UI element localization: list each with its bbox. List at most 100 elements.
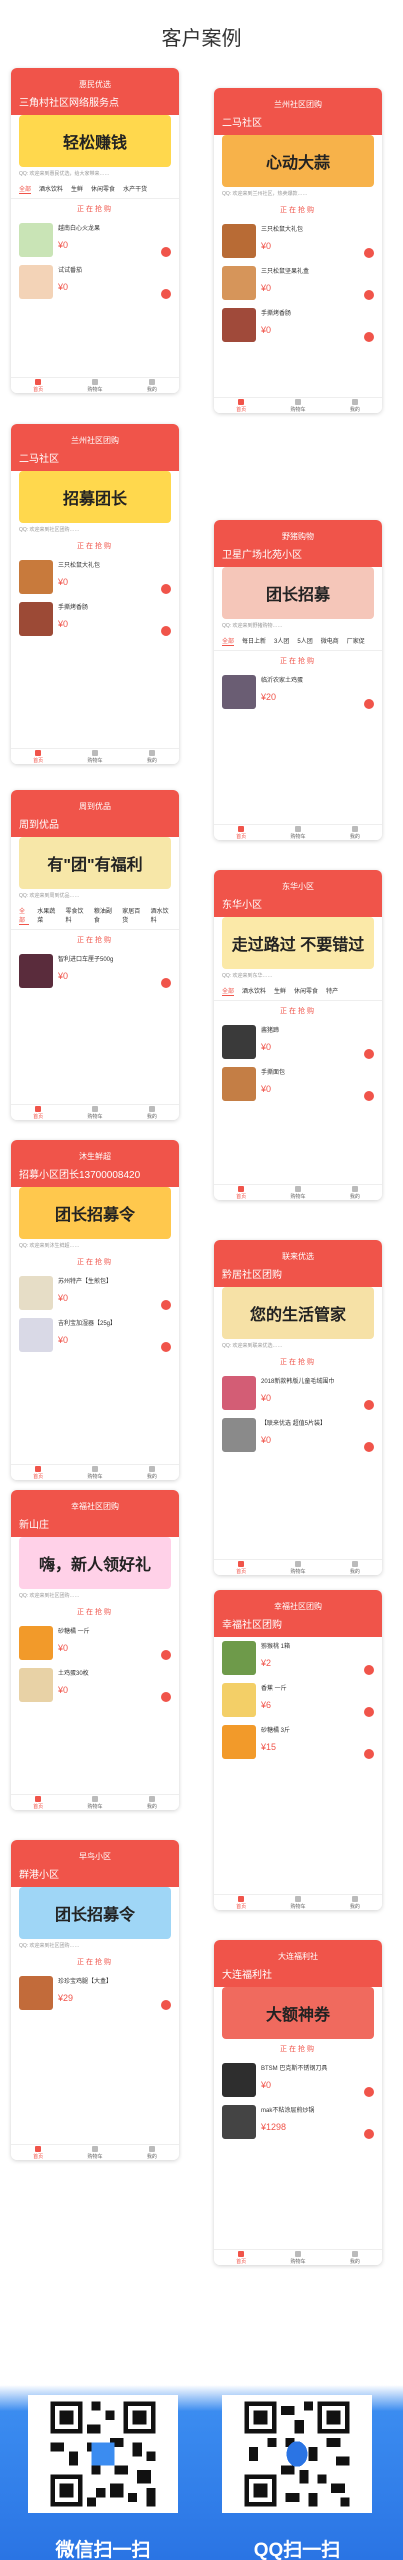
location-label[interactable]: 大连福利社 [214,1964,382,1987]
add-to-cart-icon[interactable] [161,978,171,988]
bottom-nav-item[interactable]: 首页 [236,1895,246,1910]
category-tab[interactable]: 酒水饮料 [242,986,266,996]
bottom-nav-item[interactable]: 购物车 [87,1465,103,1480]
add-to-cart-icon[interactable] [364,699,374,709]
product-item[interactable]: 手撕烤香肠 ¥0 [214,304,382,346]
category-tab[interactable]: 水果蔬菜 [37,906,57,925]
add-to-cart-icon[interactable] [161,626,171,636]
add-to-cart-icon[interactable] [364,1400,374,1410]
product-item[interactable]: 苏州特产【生煎包】 ¥0 [11,1272,179,1314]
add-to-cart-icon[interactable] [364,1665,374,1675]
product-item[interactable]: 手撕烤香肠 ¥0 [11,598,179,640]
category-tab[interactable]: 微电商 [321,636,339,646]
promo-banner[interactable]: 团长招募 [222,567,374,619]
product-item[interactable]: 土鸡蛋30枚 ¥0 [11,1664,179,1706]
bottom-nav-item[interactable]: 购物车 [290,398,306,413]
category-tab[interactable]: 酒水饮料 [39,184,63,194]
location-label[interactable]: 三角村社区网络服务点 [11,92,179,115]
bottom-nav-item[interactable]: 我的 [350,398,360,413]
product-item[interactable]: mak不粘涂层煎炒锅 ¥1298 [214,2101,382,2143]
bottom-nav-item[interactable]: 首页 [236,398,246,413]
product-item[interactable]: 三只松鼠大礼包 ¥0 [214,220,382,262]
bottom-nav-item[interactable]: 我的 [350,1560,360,1575]
add-to-cart-icon[interactable] [161,289,171,299]
location-label[interactable]: 周到优品 [11,814,179,837]
location-label[interactable]: 二马社区 [11,448,179,471]
add-to-cart-icon[interactable] [161,1692,171,1702]
add-to-cart-icon[interactable] [364,1749,374,1759]
product-item[interactable]: 手撕面包 ¥0 [214,1063,382,1105]
bottom-nav-item[interactable]: 首页 [236,2250,246,2265]
bottom-nav-item[interactable]: 首页 [33,1105,43,1120]
bottom-nav-item[interactable]: 购物车 [87,749,103,764]
add-to-cart-icon[interactable] [364,290,374,300]
bottom-nav-item[interactable]: 首页 [33,378,43,393]
location-label[interactable]: 招募小区团长13700008420 [11,1164,179,1187]
add-to-cart-icon[interactable] [364,1091,374,1101]
add-to-cart-icon[interactable] [364,248,374,258]
category-tab[interactable]: 5人团 [297,636,312,646]
promo-banner[interactable]: 您的生活管家 [222,1287,374,1339]
category-tab[interactable]: 每日上新 [242,636,266,646]
location-label[interactable]: 黔居社区团购 [214,1264,382,1287]
category-tab[interactable]: 家居百货 [122,906,142,925]
promo-banner[interactable]: 大额神券 [222,1987,374,2039]
promo-banner[interactable]: 招募团长 [19,471,171,523]
add-to-cart-icon[interactable] [364,2087,374,2097]
add-to-cart-icon[interactable] [161,584,171,594]
category-tab[interactable]: 3人团 [274,636,289,646]
bottom-nav-item[interactable]: 首页 [236,825,246,840]
product-item[interactable]: 砂糖橘 一斤 ¥0 [11,1622,179,1664]
add-to-cart-icon[interactable] [161,247,171,257]
bottom-nav-item[interactable]: 首页 [33,2145,43,2160]
add-to-cart-icon[interactable] [364,332,374,342]
category-tab[interactable]: 全部 [19,184,32,194]
add-to-cart-icon[interactable] [364,1707,374,1717]
bottom-nav-item[interactable]: 首页 [33,1795,43,1810]
bottom-nav-item[interactable]: 首页 [33,1465,43,1480]
bottom-nav-item[interactable]: 我的 [147,2145,157,2160]
product-item[interactable]: 砂糖橘 3斤 ¥15 [214,1721,382,1763]
category-tab[interactable]: 全部 [222,636,235,646]
category-tab[interactable]: 酒水饮料 [151,906,171,925]
bottom-nav-item[interactable]: 首页 [236,1560,246,1575]
bottom-nav-item[interactable]: 购物车 [87,2145,103,2160]
bottom-nav-item[interactable]: 购物车 [290,2250,306,2265]
bottom-nav-item[interactable]: 我的 [147,378,157,393]
promo-banner[interactable]: 心动大蒜 [222,135,374,187]
category-tab[interactable]: 生鲜 [71,184,83,194]
qq-qr-code[interactable] [222,2395,372,2513]
product-item[interactable]: 三只松鼠坚果礼盒 ¥0 [214,262,382,304]
bottom-nav-item[interactable]: 我的 [350,2250,360,2265]
promo-banner[interactable]: 有"团"有福利 [19,837,171,889]
add-to-cart-icon[interactable] [161,1342,171,1352]
category-tab[interactable]: 全部 [222,986,235,996]
promo-banner[interactable]: 团长招募令 [19,1887,171,1939]
product-item[interactable]: 试试番茄 ¥0 [11,261,179,303]
bottom-nav-item[interactable]: 购物车 [290,825,306,840]
bottom-nav-item[interactable]: 我的 [350,1895,360,1910]
bottom-nav-item[interactable]: 购物车 [87,1105,103,1120]
bottom-nav-item[interactable]: 购物车 [87,378,103,393]
product-item[interactable]: 越南白心火龙果 ¥0 [11,219,179,261]
bottom-nav-item[interactable]: 购物车 [290,1560,306,1575]
category-tab[interactable]: 厂家促 [347,636,365,646]
promo-banner[interactable]: 团长招募令 [19,1187,171,1239]
category-tab[interactable]: 休闲零食 [91,184,115,194]
location-label[interactable]: 新山庄 [11,1514,179,1537]
bottom-nav-item[interactable]: 购物车 [290,1895,306,1910]
wechat-qr-code[interactable] [28,2395,178,2513]
product-item[interactable]: 猕猴桃 1箱 ¥2 [214,1637,382,1679]
location-label[interactable]: 群港小区 [11,1864,179,1887]
category-tab[interactable]: 全部 [19,906,30,925]
location-label[interactable]: 卫星广场北苑小区 [214,544,382,567]
product-item[interactable]: 2018新款韩版儿童毛绒围巾 ¥0 [214,1372,382,1414]
add-to-cart-icon[interactable] [161,1650,171,1660]
bottom-nav-item[interactable]: 我的 [147,1795,157,1810]
product-item[interactable]: 三只松鼠大礼包 ¥0 [11,556,179,598]
bottom-nav-item[interactable]: 我的 [147,749,157,764]
product-item[interactable]: 酱猪蹄 ¥0 [214,1021,382,1063]
add-to-cart-icon[interactable] [364,1049,374,1059]
bottom-nav-item[interactable]: 我的 [350,825,360,840]
product-item[interactable]: 临沂农家土鸡蛋 ¥20 [214,671,382,713]
